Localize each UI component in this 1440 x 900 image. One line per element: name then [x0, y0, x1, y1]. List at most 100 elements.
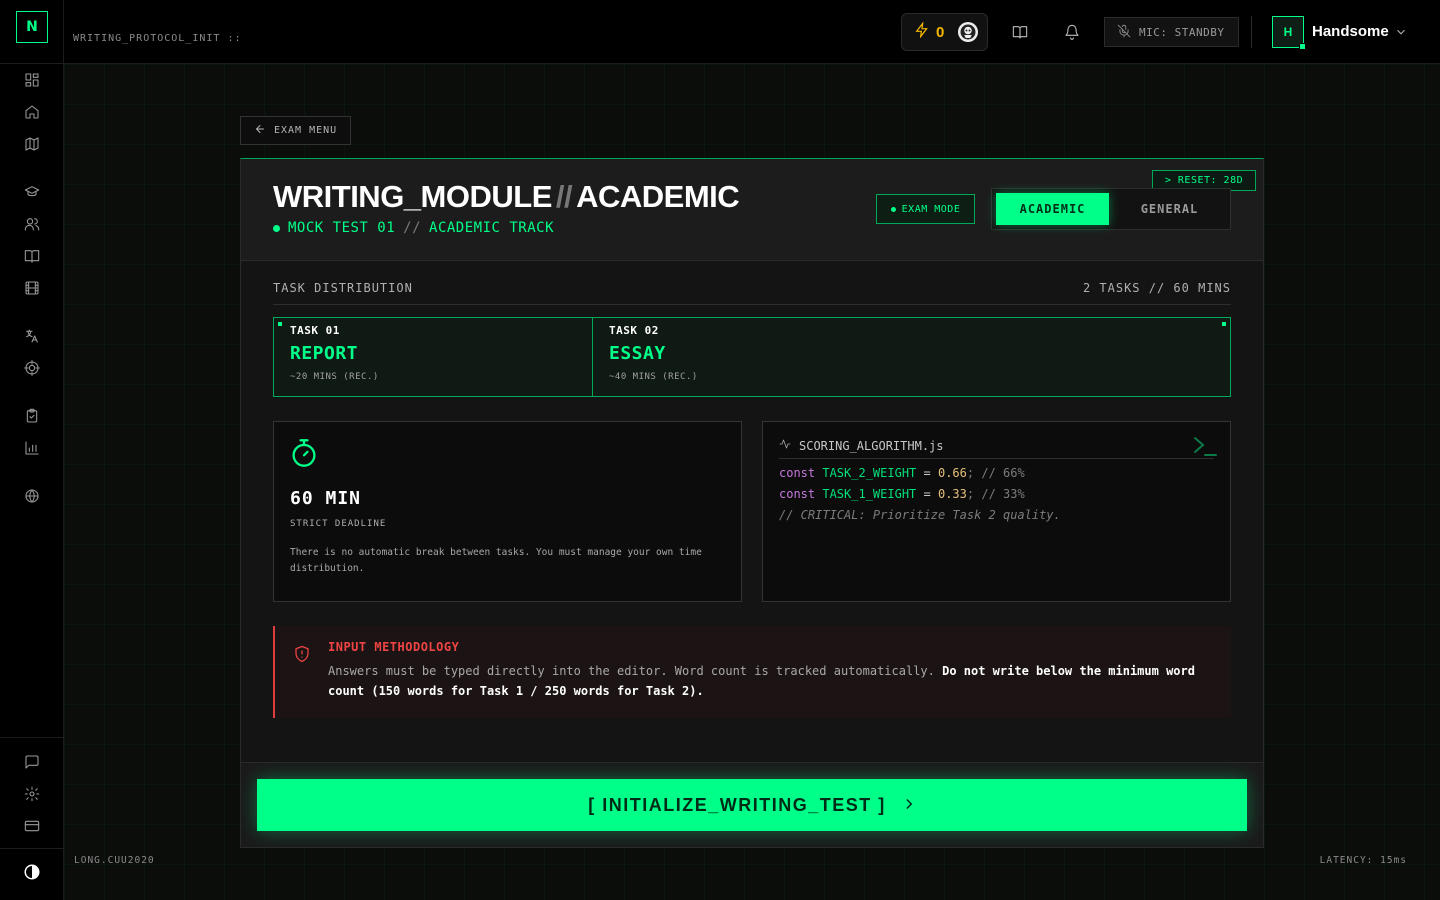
deadline-value: 60 MIN	[290, 488, 362, 509]
deadline-panel: 60 MIN STRICT DEADLINE There is no autom…	[273, 421, 742, 602]
sidebar-divider	[0, 848, 64, 849]
lightning-icon	[914, 21, 930, 42]
task-distribution-bar: TASK 01 REPORT ~20 MINS (REC.) TASK 02 E…	[273, 317, 1231, 397]
task-number: TASK 02	[609, 324, 659, 337]
task-distribution-summary: 2 TASKS // 60 MINS	[1082, 281, 1231, 295]
task-time: ~40 MINS (REC.)	[609, 372, 698, 382]
globe-icon[interactable]	[22, 486, 42, 506]
sidebar-divider	[0, 63, 64, 64]
divider	[273, 304, 1231, 305]
exam-mode-dot	[890, 206, 896, 212]
shield-alert-icon	[293, 644, 313, 664]
status-dot	[273, 224, 280, 232]
footer-user-label: LONG.CUU2020	[74, 855, 155, 866]
subtitle-separator: //	[403, 220, 422, 236]
task-card-1[interactable]: TASK 01 REPORT ~20 MINS (REC.)	[274, 318, 593, 396]
code-keyword: const	[779, 487, 816, 501]
task-time: ~20 MINS (REC.)	[290, 372, 379, 382]
code-filename: SCORING_ALGORITHM.js	[779, 438, 1214, 459]
home-icon[interactable]	[22, 102, 42, 122]
mic-status-button[interactable]: MIC: STANDBY	[1104, 17, 1239, 47]
activity-icon	[779, 438, 791, 453]
title-module: WRITING_MODULE	[273, 179, 552, 214]
graduation-cap-icon[interactable]	[22, 182, 42, 202]
back-button-label: EXAM MENU	[274, 125, 338, 136]
code-operator: =	[923, 487, 931, 501]
deadline-label: STRICT DEADLINE	[290, 519, 387, 529]
page-title: WRITING_MODULE//ACADEMIC	[273, 179, 740, 215]
code-critical-comment: // CRITICAL: Prioritize Task 2 quality.	[779, 508, 1061, 522]
mic-off-icon	[1117, 24, 1131, 41]
deadline-note: There is no automatic break between task…	[290, 547, 702, 574]
code-line: const TASK_2_WEIGHT = 0.66; // 66%	[779, 466, 1214, 480]
bell-icon[interactable]	[1062, 22, 1082, 42]
code-variable: TASK_2_WEIGHT	[822, 466, 917, 480]
app-logo[interactable]: N	[16, 11, 48, 43]
initialize-writing-test-button[interactable]: [ INITIALIZE_WRITING_TEST ]	[257, 779, 1247, 831]
streak-counter[interactable]: 0	[901, 13, 988, 51]
avatar-initial: H	[1283, 25, 1293, 39]
exam-mode-badge[interactable]: EXAM MODE	[876, 194, 975, 224]
task-name: REPORT	[290, 343, 359, 364]
terminal-icon	[1192, 434, 1218, 458]
writing-module-card: WRITING_MODULE//ACADEMIC MOCK TEST 01 //…	[240, 158, 1264, 848]
message-icon[interactable]	[22, 752, 42, 772]
code-comment: ; // 33%	[966, 487, 1025, 501]
mic-status-label: MIC: STANDBY	[1139, 25, 1225, 39]
scoring-code-panel: SCORING_ALGORITHM.js const TASK_2_WEIGHT…	[762, 421, 1231, 602]
sidebar-divider	[0, 737, 64, 738]
map-icon[interactable]	[22, 134, 42, 154]
users-icon[interactable]	[22, 214, 42, 234]
card-footer: [ INITIALIZE_WRITING_TEST ]	[241, 762, 1263, 847]
input-methodology-alert: INPUT METHODOLOGY Answers must be typed …	[273, 626, 1231, 718]
top-header: WRITING_PROTOCOL_INIT :: 0 MIC: STANDBY …	[64, 0, 1440, 64]
card-header: WRITING_MODULE//ACADEMIC MOCK TEST 01 //…	[241, 159, 1263, 261]
settings-icon[interactable]	[22, 784, 42, 804]
task-card-2[interactable]: TASK 02 ESSAY ~40 MINS (REC.)	[593, 318, 1230, 396]
code-variable: TASK_1_WEIGHT	[822, 487, 917, 501]
arrow-left-icon	[254, 123, 266, 138]
task-number: TASK 01	[290, 324, 340, 337]
sidebar: N	[0, 0, 64, 900]
book-icon[interactable]	[22, 246, 42, 266]
alert-title: INPUT METHODOLOGY	[328, 640, 460, 654]
avatar[interactable]: H	[1272, 16, 1306, 50]
bar-chart-icon[interactable]	[22, 438, 42, 458]
subtitle-test: MOCK TEST 01	[288, 220, 396, 236]
title-track: ACADEMIC	[576, 179, 740, 214]
translate-icon[interactable]	[22, 326, 42, 346]
code-line: const TASK_1_WEIGHT = 0.33; // 33%	[779, 487, 1214, 501]
theme-contrast-icon[interactable]	[22, 862, 42, 882]
code-comment: ; // 66%	[966, 466, 1025, 480]
corner-marker	[1222, 322, 1226, 326]
online-indicator	[1299, 43, 1306, 50]
exam-menu-back-button[interactable]: EXAM MENU	[240, 116, 351, 145]
target-icon[interactable]	[22, 358, 42, 378]
stopwatch-icon	[290, 438, 725, 472]
book-open-icon[interactable]	[1010, 22, 1030, 42]
dashboard-icon[interactable]	[22, 70, 42, 90]
task-name: ESSAY	[609, 343, 666, 364]
chevron-down-icon[interactable]	[1394, 24, 1410, 40]
tab-academic[interactable]: ACADEMIC	[996, 193, 1109, 225]
latency-readout: LATENCY: 15ms	[1319, 855, 1407, 866]
mascot-icon	[958, 22, 979, 42]
code-operator: =	[923, 466, 931, 480]
exam-mode-label: EXAM MODE	[901, 203, 961, 215]
task-distribution-label: TASK DISTRIBUTION	[273, 281, 413, 295]
filename-label: SCORING_ALGORITHM.js	[799, 438, 944, 453]
code-number: 0.66	[937, 466, 967, 480]
film-icon[interactable]	[22, 278, 42, 298]
tab-general[interactable]: GENERAL	[1113, 193, 1226, 225]
track-toggle: ACADEMIC GENERAL	[991, 188, 1231, 230]
chevron-right-icon	[902, 795, 916, 816]
page-subtitle: MOCK TEST 01 // ACADEMIC TRACK	[273, 220, 554, 236]
header-divider	[1251, 16, 1252, 48]
clipboard-check-icon[interactable]	[22, 406, 42, 426]
protocol-label: WRITING_PROTOCOL_INIT ::	[73, 33, 242, 44]
alert-body: Answers must be typed directly into the …	[328, 664, 935, 678]
username[interactable]: Handsome	[1312, 23, 1389, 40]
credit-card-icon[interactable]	[22, 816, 42, 836]
code-keyword: const	[779, 466, 816, 480]
alert-text: Answers must be typed directly into the …	[328, 661, 1215, 701]
